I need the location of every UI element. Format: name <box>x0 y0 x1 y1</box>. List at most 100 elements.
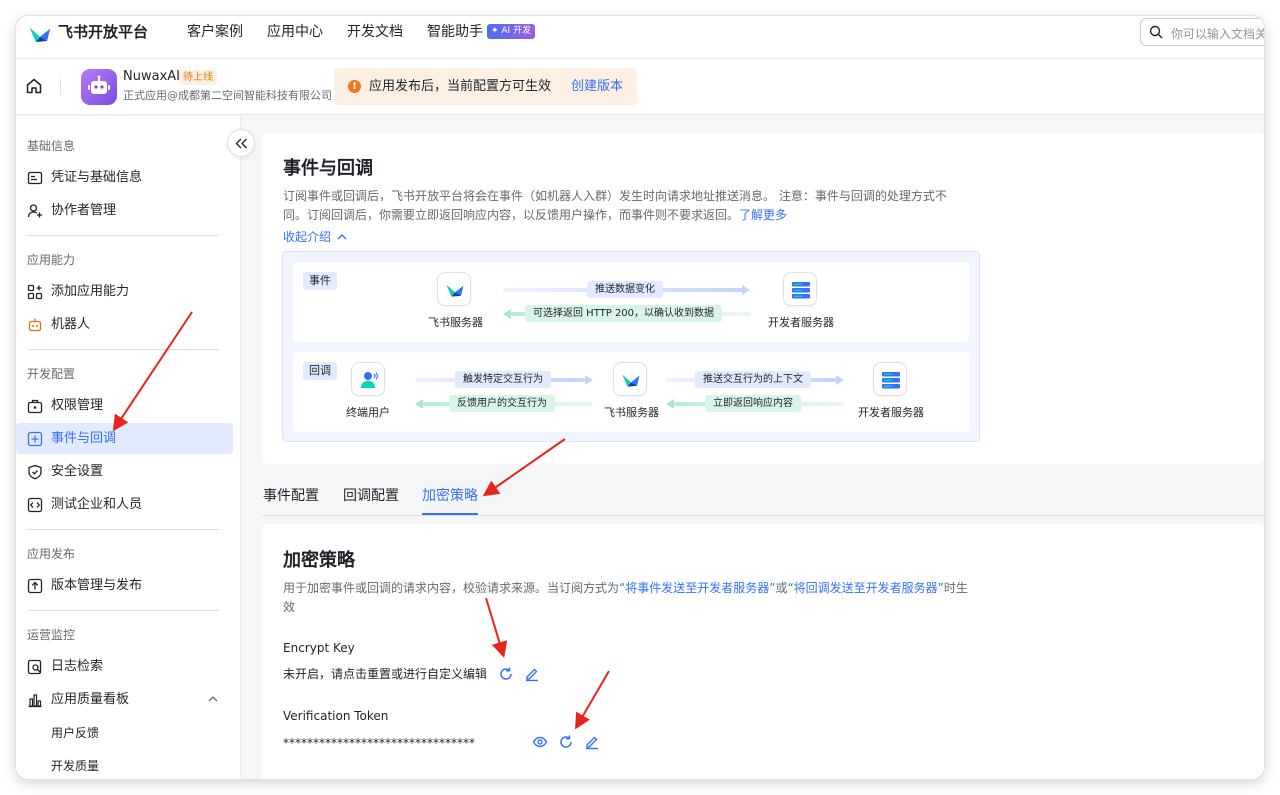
encryption-title: 加密策略 <box>283 550 355 571</box>
feishu-server-node <box>437 272 471 306</box>
divider <box>27 610 219 611</box>
callback-feishu-server-node <box>613 362 647 396</box>
reply-pill: 可选择返回 HTTP 200，以确认收到数据 <box>525 305 723 322</box>
callback-feishu-server-label: 飞书服务器 <box>604 406 659 419</box>
eye-icon[interactable] <box>532 734 548 750</box>
active-tab-indicator <box>422 513 478 515</box>
dev-server-label: 开发者服务器 <box>768 316 834 329</box>
create-version-link[interactable]: 创建版本 <box>571 78 623 95</box>
sidebar-item-security[interactable]: 安全设置 <box>16 456 233 487</box>
send-events-to-server-link[interactable]: “将事件发送至开发者服务器” <box>619 581 775 595</box>
send-callbacks-to-server-link[interactable]: “将回调发送至开发者服务器” <box>787 581 943 595</box>
app-status-badge: 待上线 <box>179 70 217 85</box>
learn-more-link[interactable]: 了解更多 <box>739 208 787 222</box>
app-window: 飞书开放平台 客户案例 应用中心 开发文档 智能助手 ✦ AI 开发 你可以输入… <box>16 16 1264 779</box>
bot-icon <box>28 318 42 332</box>
app-organization: 正式应用@成都第二空间智能科技有限公司 <box>123 89 332 102</box>
page-title: 事件与回调 <box>283 158 373 179</box>
user-icon <box>361 372 379 388</box>
sidebar-item-credentials[interactable]: 凭证与基础信息 <box>16 162 233 193</box>
push-context-pill: 推送交互行为的上下文 <box>695 371 811 388</box>
sidebar-item-logs[interactable]: 日志检索 <box>16 651 233 682</box>
bar-chart-icon <box>28 694 42 708</box>
sidebar-item-label: 日志检索 <box>51 659 104 674</box>
divider <box>27 349 219 350</box>
collapse-sidebar-button[interactable] <box>227 129 255 157</box>
shield-icon <box>28 464 42 480</box>
sidebar-item-label: 测试企业和人员 <box>51 497 143 512</box>
reset-icon[interactable] <box>558 734 574 750</box>
tab-encryption-strategy[interactable]: 加密策略 <box>422 487 478 505</box>
app-name: NuwaxAI <box>123 69 180 84</box>
server-icon <box>792 282 810 299</box>
sidebar-item-versions[interactable]: 版本管理与发布 <box>16 570 233 601</box>
arrow-head-icon <box>742 285 750 295</box>
warning-icon: ! <box>348 80 361 93</box>
respond-pill: 立即返回响应内容 <box>705 395 801 412</box>
robot-icon <box>88 75 110 94</box>
sidebar-subitem-feedback[interactable]: 用户反馈 <box>51 725 99 741</box>
divider <box>27 529 219 530</box>
nav-customer-cases[interactable]: 客户案例 <box>187 23 243 41</box>
sidebar-item-add-ability[interactable]: 添加应用能力 <box>16 276 233 307</box>
sidebar: 基础信息 凭证与基础信息 协作者管理 应用能力 添加应用能力 机器人 开发配置 … <box>16 116 241 779</box>
reset-icon[interactable] <box>498 666 514 682</box>
encrypt-key-value: 未开启，请点击重置或进行自定义编辑 <box>283 667 488 681</box>
callback-dev-server-node <box>873 362 907 396</box>
section-app-publish: 应用发布 <box>27 547 76 561</box>
config-tabs: 事件配置 回调配置 加密策略 <box>262 476 1264 516</box>
feishu-server-label: 飞书服务器 <box>428 316 483 329</box>
encrypt-key-label: Encrypt Key <box>283 641 355 655</box>
sidebar-item-label: 版本管理与发布 <box>51 578 143 593</box>
tab-event-config[interactable]: 事件配置 <box>263 487 319 505</box>
callback-dev-server-label: 开发者服务器 <box>858 406 924 419</box>
edit-icon[interactable] <box>584 734 600 750</box>
intro-description-text: 订阅事件或回调后，飞书开放平台将会在事件（如机器人入群）发生时向请求地址推送消息… <box>283 189 947 222</box>
nav-app-center[interactable]: 应用中心 <box>267 23 323 41</box>
notice-text: 应用发布后，当前配置方可生效 <box>369 79 552 94</box>
upload-box-icon <box>27 578 43 594</box>
edit-icon[interactable] <box>524 666 540 682</box>
app-avatar <box>81 69 117 105</box>
chevron-up-icon <box>337 234 347 240</box>
feishu-logo-icon[interactable] <box>28 23 52 45</box>
sidebar-item-label: 安全设置 <box>51 464 104 479</box>
section-monitoring: 运营监控 <box>27 628 76 642</box>
tab-callback-config[interactable]: 回调配置 <box>343 487 399 505</box>
top-navbar: 飞书开放平台 客户案例 应用中心 开发文档 智能助手 ✦ AI 开发 你可以输入… <box>16 16 1264 59</box>
sidebar-item-bot[interactable]: 机器人 <box>16 309 233 340</box>
chevron-up-icon[interactable] <box>208 695 218 703</box>
brand-title[interactable]: 飞书开放平台 <box>58 22 148 42</box>
callback-lane-tag: 回调 <box>303 362 337 380</box>
event-lane: 事件 飞书服务器 推送数据变化 可选择返回 HTTP 200，以确认收到数据 开… <box>293 262 969 342</box>
home-icon[interactable] <box>25 77 43 95</box>
nav-dev-docs[interactable]: 开发文档 <box>347 23 403 41</box>
arrow-head-icon <box>585 375 593 385</box>
sidebar-item-permissions[interactable]: 权限管理 <box>16 390 233 421</box>
search-placeholder: 你可以输入文档关键词 <box>1171 27 1264 41</box>
section-basic-info: 基础信息 <box>27 139 76 153</box>
flow-diagram: 事件 飞书服务器 推送数据变化 可选择返回 HTTP 200，以确认收到数据 开… <box>282 251 980 442</box>
feishu-logo-icon <box>622 375 640 387</box>
collapse-intro-toggle[interactable]: 收起介绍 <box>283 229 347 245</box>
double-chevron-left-icon <box>235 138 247 149</box>
encryption-desc-or: 或 <box>775 581 788 595</box>
sidebar-item-events-callbacks[interactable]: 事件与回调 <box>16 423 233 454</box>
arrow-head-icon <box>503 309 511 319</box>
sidebar-item-label: 权限管理 <box>51 398 104 413</box>
feishu-logo-icon <box>446 285 464 297</box>
sidebar-item-test-company[interactable]: 测试企业和人员 <box>16 489 233 520</box>
publish-notice-banner: ! 应用发布后，当前配置方可生效 创建版本 <box>334 68 637 105</box>
search-input[interactable]: 你可以输入文档关键词 <box>1140 18 1264 46</box>
sidebar-subitem-dev-quality[interactable]: 开发质量 <box>51 758 99 774</box>
sidebar-item-collaborators[interactable]: 协作者管理 <box>16 195 233 226</box>
verification-token-label: Verification Token <box>283 709 389 723</box>
sidebar-item-quality-dashboard[interactable]: 应用质量看板 <box>16 684 233 715</box>
log-search-icon <box>27 659 42 675</box>
nav-smart-assistant[interactable]: 智能助手 <box>427 23 483 41</box>
section-app-ability: 应用能力 <box>27 253 76 267</box>
encryption-description: 用于加密事件或回调的请求内容，校验请求来源。当订阅方式为“将事件发送至开发者服务… <box>283 579 973 617</box>
grid-add-icon <box>27 284 43 300</box>
encryption-desc-prefix: 用于加密事件或回调的请求内容，校验请求来源。当订阅方式为 <box>283 581 620 595</box>
ai-dev-badge: ✦ AI 开发 <box>487 24 536 39</box>
